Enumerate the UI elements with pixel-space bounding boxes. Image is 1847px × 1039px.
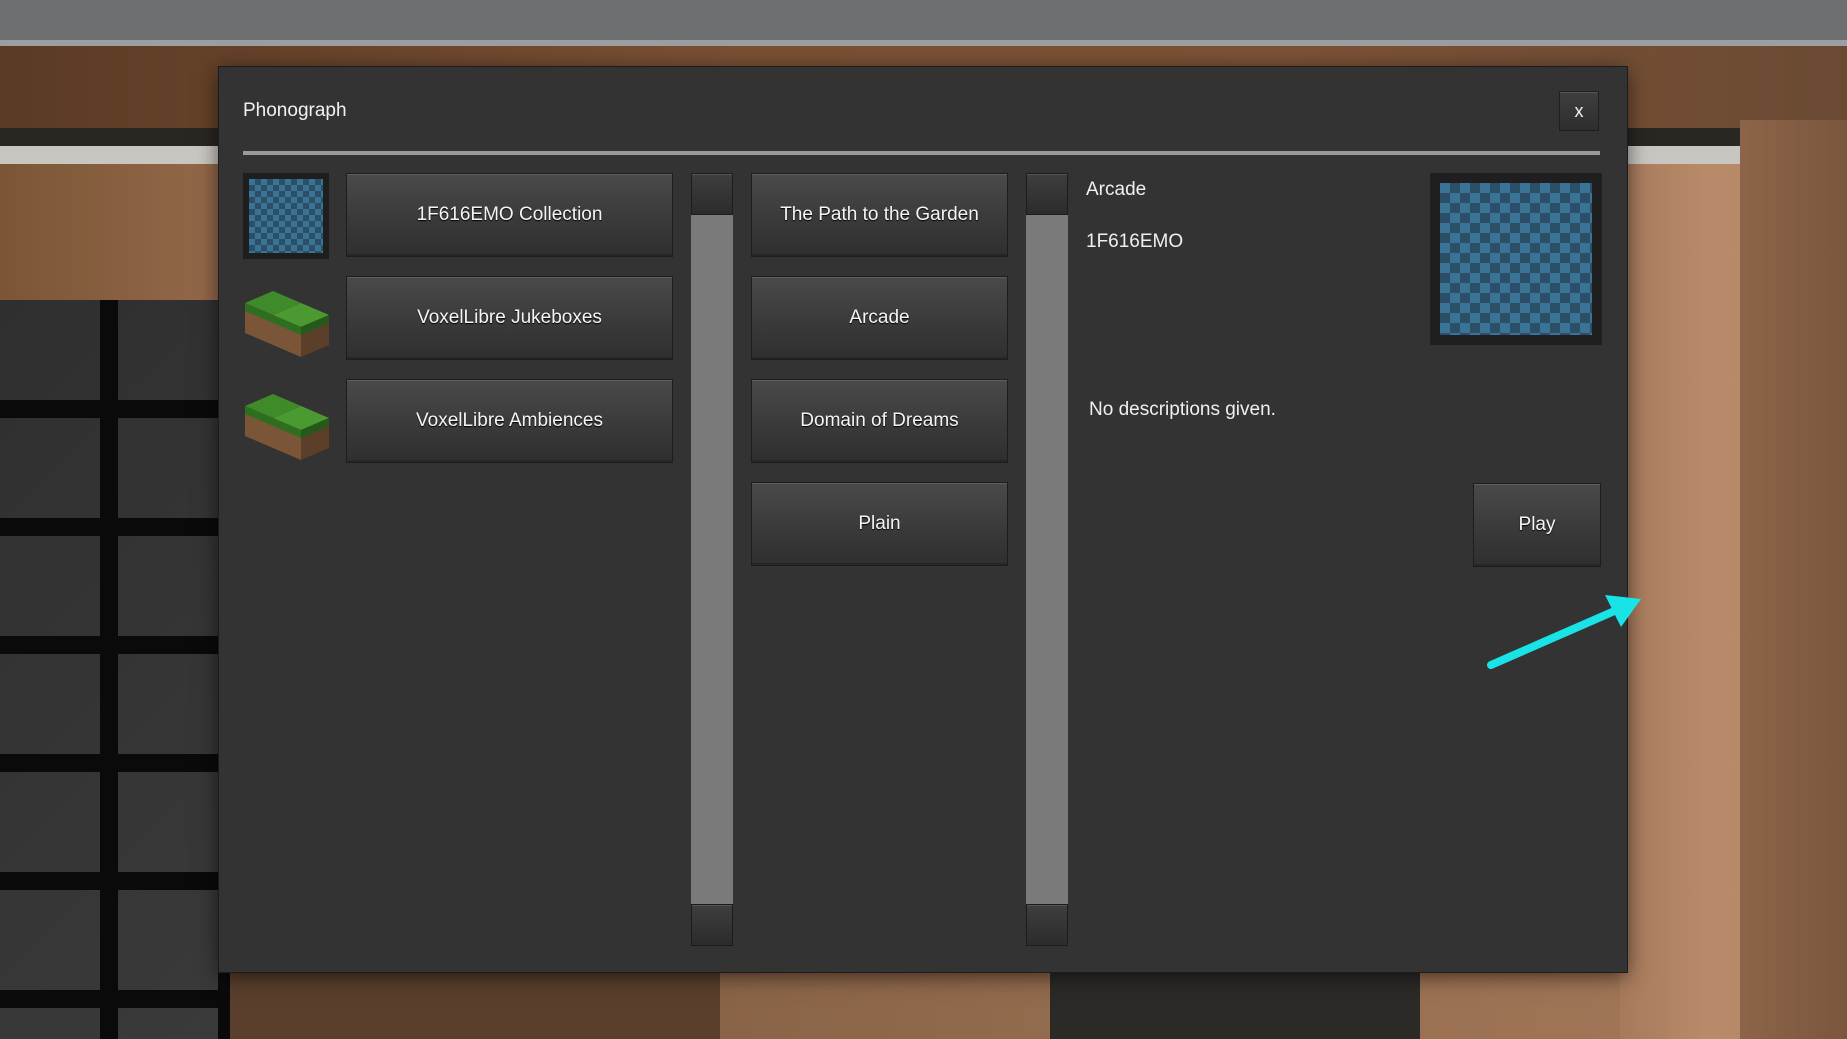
song-button-plain[interactable]: Plain (751, 482, 1008, 566)
songs-scrollbar[interactable] (1026, 173, 1068, 946)
close-button[interactable]: x (1559, 91, 1599, 131)
annotation-arrow-icon (1487, 595, 1641, 669)
ceiling (0, 0, 1847, 46)
phonograph-dialog: Phonograph x 1F616EMO Collection VoxelLi… (219, 67, 1641, 972)
dialog-title: Phonograph (243, 100, 347, 121)
song-button-arcade[interactable]: Arcade (751, 276, 1008, 360)
song-description: No descriptions given. (1089, 399, 1276, 420)
song-button-domain-of-dreams[interactable]: Domain of Dreams (751, 379, 1008, 463)
checker-art-icon (243, 173, 329, 259)
title-separator (243, 151, 1600, 155)
play-button[interactable]: Play (1473, 483, 1601, 567)
collection-button-1f616emo[interactable]: 1F616EMO Collection (346, 173, 673, 257)
collection-button-voxellibre-ambiences[interactable]: VoxelLibre Ambiences (346, 379, 673, 463)
scroll-up-button[interactable] (1026, 173, 1068, 215)
floor-grid (0, 300, 230, 1039)
scroll-down-button[interactable] (691, 904, 733, 946)
song-title: Arcade (1086, 179, 1147, 200)
song-button-path-to-garden[interactable]: The Path to the Garden (751, 173, 1008, 257)
scroll-down-button[interactable] (1026, 904, 1068, 946)
collection-button-voxellibre-jukeboxes[interactable]: VoxelLibre Jukeboxes (346, 276, 673, 360)
grass-block-icon (243, 378, 329, 464)
floor-object (1050, 970, 1420, 1039)
left-wall (0, 164, 230, 304)
grass-block-icon (243, 275, 329, 361)
song-artist: 1F616EMO (1086, 231, 1184, 252)
right-wall-edge (1740, 120, 1847, 1039)
collections-scrollbar[interactable] (691, 173, 733, 946)
album-art (1430, 173, 1602, 345)
scroll-up-button[interactable] (691, 173, 733, 215)
checker-art-icon (1440, 183, 1592, 335)
